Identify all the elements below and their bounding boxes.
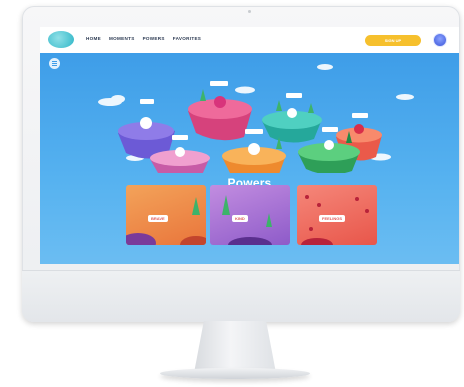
card-label: KIND bbox=[232, 215, 248, 222]
dot-shape bbox=[317, 203, 321, 207]
cloud bbox=[317, 64, 333, 70]
card-label: BRAVE bbox=[148, 215, 168, 222]
dot-shape bbox=[365, 209, 369, 213]
nav-powers[interactable]: POWERS bbox=[143, 36, 165, 41]
brand-logo[interactable] bbox=[48, 31, 74, 48]
camera-dot bbox=[248, 10, 251, 13]
dot-shape bbox=[309, 227, 313, 231]
screen: HOME MOMENTS POWERS FAVORITES SIGN UP Po… bbox=[40, 27, 459, 264]
main-nav: HOME MOMENTS POWERS FAVORITES bbox=[86, 36, 201, 41]
nav-favorites[interactable]: FAVORITES bbox=[173, 36, 201, 41]
tree-shape bbox=[192, 197, 200, 215]
bush-shape bbox=[126, 233, 156, 245]
nav-moments[interactable]: MOMENTS bbox=[109, 36, 135, 41]
top-navigation: HOME MOMENTS POWERS FAVORITES SIGN UP bbox=[40, 27, 459, 53]
monitor-chin bbox=[22, 270, 460, 322]
bush-shape bbox=[180, 236, 206, 245]
power-card-brave[interactable]: BRAVE bbox=[126, 185, 206, 245]
cloud bbox=[396, 94, 414, 100]
bush-shape bbox=[301, 238, 333, 245]
sign-up-button[interactable]: SIGN UP bbox=[365, 35, 421, 46]
cloud bbox=[111, 95, 125, 103]
monitor-base bbox=[160, 368, 310, 379]
card-label: FEELINGS bbox=[319, 215, 346, 222]
islands-illustration bbox=[98, 64, 414, 173]
island-purple bbox=[118, 99, 175, 159]
island-teal bbox=[262, 93, 322, 143]
power-card-feelings[interactable]: FEELINGS bbox=[297, 185, 377, 245]
cloud bbox=[235, 86, 255, 94]
tree-shape bbox=[222, 195, 230, 215]
power-card-kind[interactable]: KIND bbox=[210, 185, 290, 245]
dot-shape bbox=[305, 195, 309, 199]
monitor-stand bbox=[194, 321, 276, 373]
nav-home[interactable]: HOME bbox=[86, 36, 101, 41]
avatar-icon[interactable] bbox=[433, 33, 447, 47]
dot-shape bbox=[355, 197, 359, 201]
tree-shape bbox=[266, 213, 272, 227]
bush-shape bbox=[228, 237, 272, 245]
